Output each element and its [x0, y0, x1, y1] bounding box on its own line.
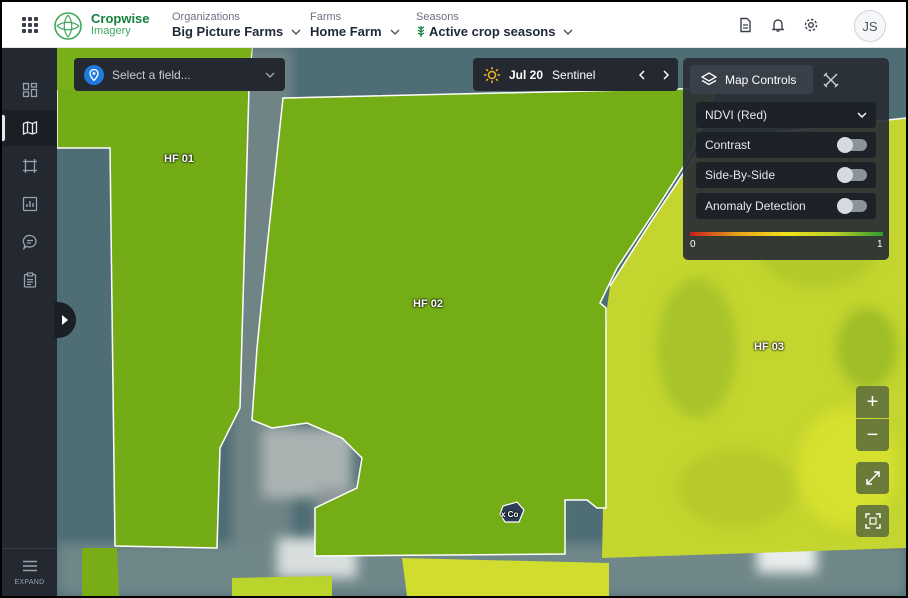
- brand-subtitle: Imagery: [91, 24, 131, 37]
- dashboard-icon: [22, 82, 37, 98]
- chevron-down-icon: [563, 29, 573, 35]
- chevron-down-icon: [390, 29, 400, 35]
- tools-icon[interactable]: [823, 72, 839, 88]
- farm-label: Farms: [310, 11, 342, 23]
- side-by-side-row: Side-By-Side: [696, 162, 876, 188]
- organization-value: Big Picture Farms: [172, 24, 284, 39]
- chevron-left-icon: [639, 69, 645, 80]
- side-navigation: EXPAND: [2, 48, 57, 596]
- crop-season-icon: [417, 26, 425, 37]
- document-icon[interactable]: [737, 17, 753, 33]
- zoom-out-label: −: [866, 423, 879, 446]
- bell-icon[interactable]: [770, 17, 786, 33]
- app-window: Cropwise Imagery Organizations Big Pictu…: [2, 2, 906, 596]
- zoom-in-button[interactable]: +: [856, 386, 889, 418]
- map-marker-label: x Co: [501, 510, 519, 519]
- season-value: Active crop seasons: [429, 24, 556, 39]
- chevron-down-icon: [857, 112, 867, 118]
- field-label-hf02[interactable]: HF 02: [413, 298, 443, 310]
- side-by-side-toggle[interactable]: [837, 167, 867, 183]
- top-header: Cropwise Imagery Organizations Big Pictu…: [2, 2, 906, 48]
- map-controls-panel: Map Controls NDVI (Red) Contrast Side-By…: [683, 58, 889, 260]
- field-select-placeholder: Select a field...: [112, 67, 191, 82]
- nav-reports[interactable]: [2, 186, 57, 222]
- previous-date-button[interactable]: [630, 69, 654, 80]
- user-avatar[interactable]: JS: [854, 10, 886, 42]
- clipboard-icon: [23, 272, 36, 288]
- nav-tasks[interactable]: [2, 262, 57, 298]
- fullscreen-button[interactable]: [856, 462, 889, 494]
- ndvi-legend-gradient: [690, 232, 883, 236]
- fit-bounds-button[interactable]: [856, 505, 889, 537]
- field-select[interactable]: Select a field...: [74, 58, 285, 91]
- menu-icon: [22, 560, 37, 572]
- chevron-down-icon: [265, 72, 275, 78]
- zoom-in-label: +: [866, 390, 879, 413]
- app-launcher-icon[interactable]: [22, 17, 38, 33]
- tab-map-controls-label: Map Controls: [725, 72, 797, 87]
- legend-min: 0: [690, 239, 696, 250]
- anomaly-detection-toggle[interactable]: [837, 198, 867, 214]
- nav-dashboard[interactable]: [2, 72, 57, 108]
- tab-map-controls[interactable]: Map Controls: [690, 65, 813, 94]
- gear-icon[interactable]: [803, 17, 819, 33]
- chevron-down-icon: [291, 29, 301, 35]
- contrast-row: Contrast: [696, 132, 876, 158]
- nav-notes[interactable]: [2, 224, 57, 260]
- zoom-out-button[interactable]: −: [856, 419, 889, 451]
- nav-crop-area[interactable]: [2, 148, 57, 184]
- expand-arrows-icon: [865, 471, 880, 485]
- brand: Cropwise Imagery: [91, 12, 150, 37]
- sun-icon: [484, 66, 500, 83]
- organization-label: Organizations: [172, 11, 240, 23]
- crop-area-icon: [22, 159, 37, 173]
- layer-select[interactable]: NDVI (Red): [696, 102, 876, 128]
- layers-icon: [701, 72, 717, 86]
- contrast-label: Contrast: [705, 138, 751, 152]
- legend-max: 1: [877, 239, 883, 250]
- location-pin-icon: [84, 64, 104, 85]
- cropwise-logo-icon: [54, 12, 82, 40]
- organization-selector[interactable]: Organizations Big Picture Farms: [172, 11, 301, 39]
- focus-frame-icon: [864, 513, 881, 529]
- chevron-right-icon: [663, 69, 669, 80]
- contrast-toggle[interactable]: [837, 137, 867, 153]
- field-label-hf01[interactable]: HF 01: [164, 153, 194, 165]
- expand-label: EXPAND: [14, 579, 45, 586]
- farm-value: Home Farm: [310, 24, 382, 39]
- farm-selector[interactable]: Farms Home Farm: [310, 11, 400, 39]
- anomaly-detection-label: Anomaly Detection: [705, 199, 806, 213]
- season-label: Seasons: [416, 11, 459, 23]
- image-date[interactable]: Jul 20: [509, 68, 543, 82]
- next-date-button[interactable]: [654, 69, 678, 80]
- season-selector[interactable]: Seasons Active crop seasons: [416, 11, 573, 39]
- image-date-bar: Jul 20 Sentinel: [473, 58, 678, 91]
- nav-map[interactable]: [2, 110, 57, 146]
- chevron-right-icon: [62, 315, 68, 325]
- field-label-hf03[interactable]: HF 03: [754, 341, 784, 353]
- map-icon: [22, 121, 37, 135]
- comment-icon: [22, 234, 37, 250]
- expand-nav-button[interactable]: EXPAND: [2, 548, 57, 596]
- brand-name: Cropwise: [91, 11, 150, 26]
- side-by-side-label: Side-By-Side: [705, 168, 776, 182]
- layer-select-value: NDVI (Red): [705, 108, 768, 122]
- image-source: Sentinel: [552, 67, 596, 82]
- chart-icon: [22, 196, 37, 212]
- anomaly-detection-row: Anomaly Detection: [696, 193, 876, 219]
